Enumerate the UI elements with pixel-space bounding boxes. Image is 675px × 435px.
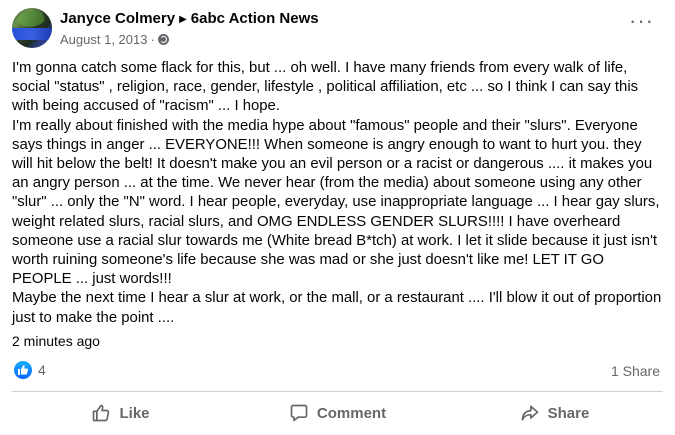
comment-label: Comment: [316, 404, 387, 422]
reactions-summary[interactable]: 4: [14, 361, 46, 381]
post-actions: Like Comment Share: [12, 395, 663, 431]
globe-icon[interactable]: [157, 34, 169, 45]
avatar[interactable]: [12, 8, 52, 48]
share-arrow-icon: [521, 405, 538, 421]
timestamp: 2 minutes ago: [12, 333, 100, 349]
reaction-count: 4: [38, 362, 46, 378]
post-header: Janyce Colmery ▶ 6abc Action News August 1…: [12, 8, 662, 52]
speech-bubble-icon: [290, 404, 308, 422]
like-reaction-icon: [14, 361, 32, 379]
post-meta: August 1, 2013 ·: [60, 32, 169, 47]
post-paragraph-2: I'm really about finished with the media…: [12, 117, 660, 288]
separator-dot: ·: [150, 32, 155, 47]
post-paragraph-3: Maybe the next time I hear a slur at wor…: [12, 290, 662, 326]
right-triangle-icon: ▶: [179, 14, 187, 25]
post-date[interactable]: August 1, 2013: [60, 32, 147, 47]
avatar-band: [12, 28, 52, 40]
comment-button[interactable]: Comment: [229, 395, 446, 431]
like-button[interactable]: Like: [12, 395, 229, 431]
share-button[interactable]: Share: [446, 395, 663, 431]
author-line: Janyce Colmery ▶ 6abc Action News: [60, 10, 319, 27]
author-name[interactable]: Janyce Colmery: [60, 10, 175, 27]
divider: [12, 391, 663, 392]
more-options-button[interactable]: ···: [629, 10, 654, 32]
share-count[interactable]: 1 Share: [611, 363, 660, 379]
thumbs-up-icon: [93, 404, 110, 422]
post-paragraph-1: I'm gonna catch some flack for this, but…: [12, 60, 639, 115]
page-name[interactable]: 6abc Action News: [191, 10, 319, 27]
like-label: Like: [119, 404, 150, 422]
share-label: Share: [547, 404, 590, 422]
post-body: I'm gonna catch some flack for this, but…: [12, 59, 662, 328]
facebook-post: Janyce Colmery ▶ 6abc Action News August 1…: [0, 0, 675, 435]
